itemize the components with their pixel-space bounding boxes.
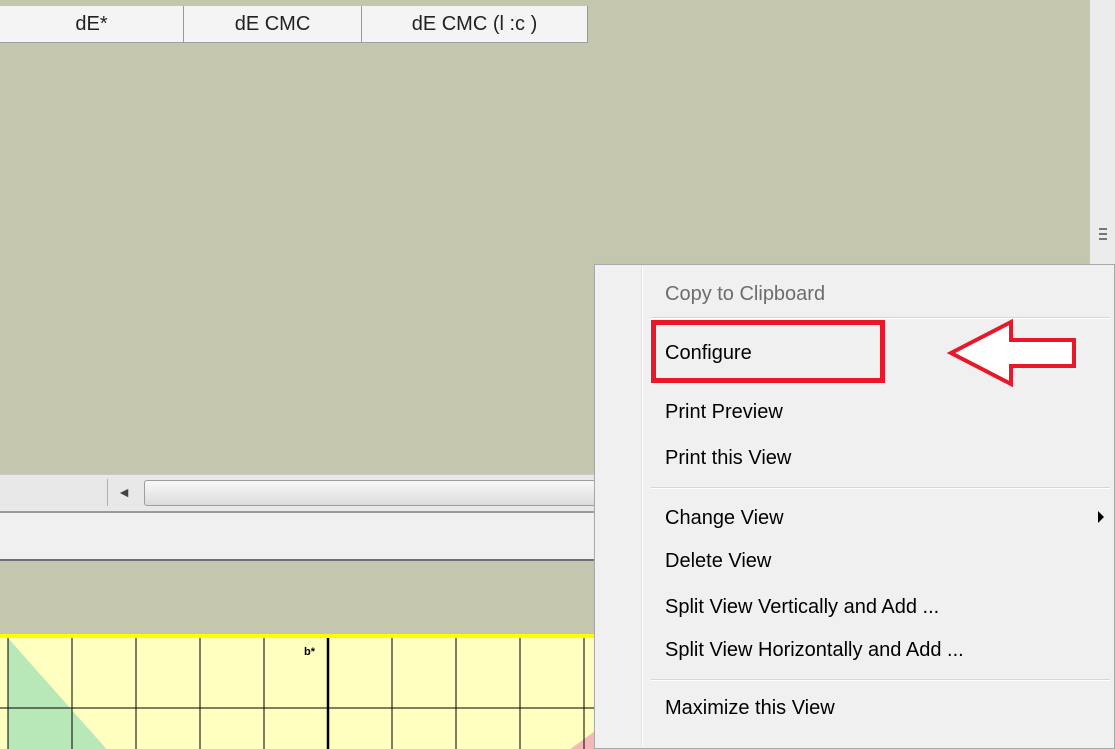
horizontal-scroll-thumb[interactable] xyxy=(144,480,616,506)
axis-label-b-star: b* xyxy=(304,646,315,658)
column-header-row: dE* dE CMC dE CMC (l :c ) xyxy=(0,6,588,43)
menu-item-maximize-this-view[interactable]: Maximize this View xyxy=(665,697,835,720)
color-plot-pane: b* xyxy=(0,634,640,749)
vertical-scrollbar[interactable] xyxy=(1089,0,1115,278)
menu-item-print-preview[interactable]: Print Preview xyxy=(665,401,783,424)
annotation-highlight-box xyxy=(651,320,885,383)
menu-item-print-this-view[interactable]: Print this View xyxy=(665,447,791,470)
column-header-de-star[interactable]: dE* xyxy=(0,6,184,42)
column-header-de-cmc-lc[interactable]: dE CMC (l :c ) xyxy=(362,6,588,42)
horizontal-scrollbar[interactable]: ◄ xyxy=(0,474,620,512)
scroll-left-icon[interactable]: ◄ xyxy=(107,479,140,506)
menu-separator xyxy=(651,679,1110,681)
submenu-arrow-icon xyxy=(1098,511,1104,523)
menu-item-split-view-horizontally[interactable]: Split View Horizontally and Add ... xyxy=(665,639,964,662)
column-header-de-cmc[interactable]: dE CMC xyxy=(184,6,362,42)
pane-splitter[interactable] xyxy=(0,511,620,561)
menu-item-split-view-vertically[interactable]: Split View Vertically and Add ... xyxy=(665,596,939,619)
menu-separator xyxy=(651,487,1110,489)
annotation-arrow-icon xyxy=(946,318,1076,388)
color-plot-grid xyxy=(0,638,640,749)
menu-item-change-view[interactable]: Change View xyxy=(665,507,784,530)
scroll-grip-icon xyxy=(1099,228,1107,240)
menu-item-copy-to-clipboard[interactable]: Copy to Clipboard xyxy=(665,283,825,306)
menu-icon-gutter xyxy=(641,267,643,746)
menu-item-delete-view[interactable]: Delete View xyxy=(665,550,771,573)
